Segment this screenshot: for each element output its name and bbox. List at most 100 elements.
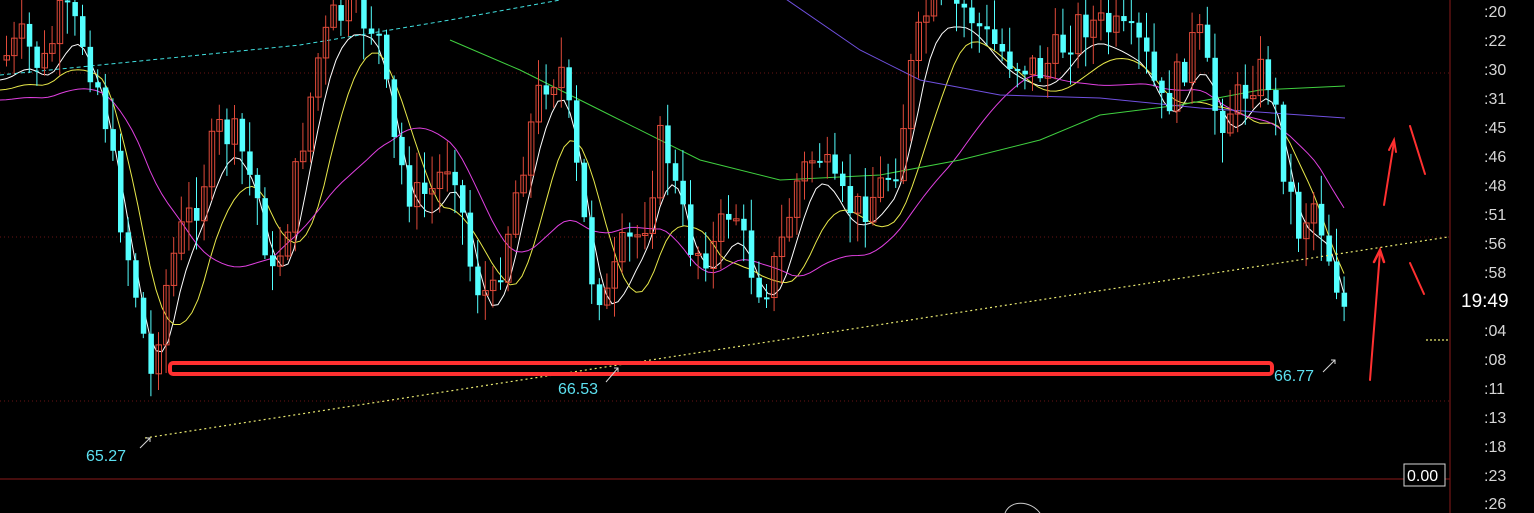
candle-body	[665, 125, 671, 164]
candle-body	[1106, 12, 1112, 33]
time-tick-label: :11	[1484, 381, 1505, 398]
candle-body	[1007, 51, 1013, 69]
candle-body	[224, 119, 230, 145]
candle-body	[680, 180, 686, 205]
candle-body	[64, 0, 71, 3]
candle-body	[475, 266, 481, 296]
candle-body	[688, 204, 694, 255]
candle-body	[338, 5, 344, 21]
candle-body	[1128, 21, 1135, 24]
candle-body	[467, 212, 474, 267]
candle-body	[961, 3, 968, 8]
candle-body	[1280, 104, 1287, 182]
candle-body	[1144, 37, 1150, 52]
candle-body	[270, 255, 276, 267]
candle-body	[406, 165, 413, 207]
candle-body	[1341, 292, 1348, 307]
candle-body	[1212, 57, 1218, 111]
candle-body	[498, 280, 504, 283]
candle-body	[1166, 92, 1173, 112]
candle-body	[1265, 59, 1272, 91]
time-tick-label: :56	[1484, 236, 1506, 253]
candle-body	[399, 136, 405, 166]
candle-body	[1136, 22, 1142, 38]
candle-body	[756, 277, 762, 298]
chart-background	[0, 0, 1534, 513]
candle-body	[954, 0, 960, 4]
candle-body	[87, 46, 94, 83]
candle-body	[72, 2, 78, 17]
candle-body	[672, 163, 679, 181]
candle-body	[110, 129, 116, 151]
candle-body	[1022, 70, 1028, 75]
candle-body	[1151, 51, 1158, 81]
time-tick-label: :51	[1484, 207, 1506, 224]
candle-body	[741, 218, 747, 231]
time-tick-label: :26	[1484, 496, 1506, 513]
candle-body	[893, 179, 899, 182]
candle-body	[566, 67, 572, 101]
candle-body	[80, 16, 86, 47]
time-tick-label: :45	[1484, 120, 1506, 137]
time-tick-label: :18	[1484, 439, 1506, 456]
candle-body	[247, 151, 253, 175]
candle-body	[817, 160, 823, 163]
candle-body	[254, 174, 261, 199]
candle-body	[862, 196, 869, 222]
candle-body	[1014, 68, 1021, 71]
candle-body	[148, 333, 154, 374]
candle-body	[368, 28, 375, 34]
low-label-1: 65.27	[86, 448, 126, 465]
low-label-3: 66.77	[1274, 368, 1314, 385]
candle-body	[581, 162, 588, 218]
candle-body	[376, 33, 382, 36]
time-tick-label: :08	[1484, 352, 1506, 369]
candle-body	[194, 208, 200, 221]
candle-body	[95, 82, 101, 88]
candle-body	[1204, 24, 1211, 58]
low-label-2: 66.53	[558, 381, 598, 398]
candle-body	[999, 44, 1006, 52]
candle-body	[574, 100, 580, 163]
candle-body	[1182, 61, 1188, 83]
candle-body	[1334, 261, 1340, 293]
candle-body	[361, 0, 367, 29]
candle-body	[984, 26, 990, 30]
candle-body	[543, 85, 550, 95]
time-tick-label: :46	[1484, 149, 1506, 166]
candle-body	[1326, 235, 1332, 262]
candle-body	[832, 154, 838, 174]
candle-body	[627, 232, 633, 237]
candle-body	[596, 284, 603, 306]
candle-body	[34, 46, 40, 68]
time-tick-label: :20	[1484, 4, 1506, 21]
time-tick-label: :48	[1484, 178, 1506, 195]
candle-body	[1288, 181, 1294, 192]
time-tick-label: :13	[1484, 410, 1506, 427]
time-tick-label: :31	[1484, 91, 1506, 108]
candle-body	[118, 150, 124, 233]
candle-body	[391, 79, 398, 137]
candle-body	[1273, 90, 1279, 105]
candle-body	[1068, 52, 1074, 55]
time-tick-label: :04	[1484, 323, 1506, 340]
candle-body	[460, 185, 466, 213]
candle-body	[1242, 84, 1249, 99]
candle-body	[133, 260, 139, 298]
candle-body	[262, 198, 268, 256]
time-tick-label: :30	[1484, 62, 1506, 79]
candle-body	[885, 177, 892, 180]
candle-body	[1318, 203, 1325, 236]
time-tick-label: :22	[1484, 33, 1506, 50]
candle-body	[1159, 80, 1165, 93]
candle-body	[764, 297, 770, 300]
candle-body	[992, 29, 998, 45]
candle-body	[384, 34, 390, 80]
candle-body	[26, 23, 33, 47]
candle-body	[847, 186, 854, 214]
candle-body	[726, 213, 732, 220]
candle-body	[452, 171, 458, 186]
candle-body	[1220, 110, 1226, 133]
candle-body	[969, 7, 975, 24]
current-time-label: 19:49	[1461, 291, 1509, 312]
